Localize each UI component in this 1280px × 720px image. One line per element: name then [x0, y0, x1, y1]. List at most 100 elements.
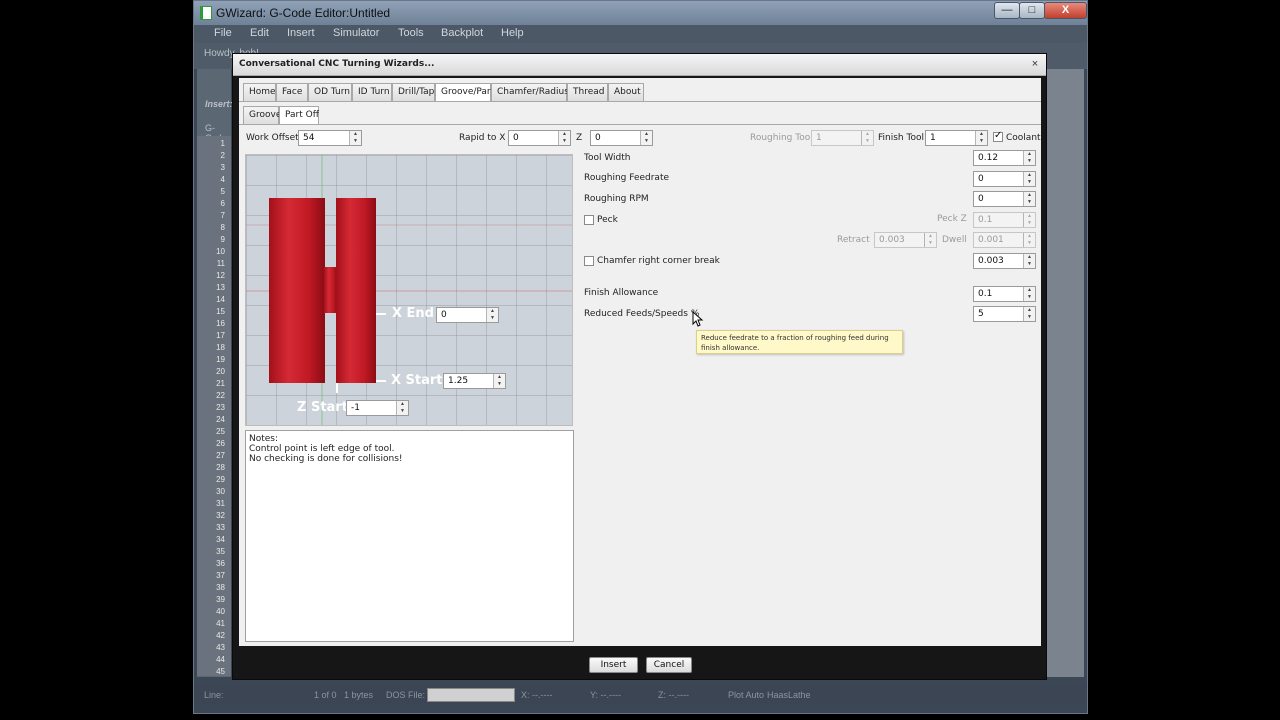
- peck-checkbox[interactable]: [584, 215, 594, 225]
- rapid-x-value[interactable]: [509, 131, 558, 145]
- finish-tool-value[interactable]: [926, 131, 975, 145]
- line-number: 17: [216, 331, 225, 340]
- retract-value: [875, 233, 924, 247]
- x-start-input[interactable]: ▲▼: [443, 373, 506, 389]
- notes-line: Control point is left edge of tool.: [249, 444, 395, 454]
- finish-tool-input[interactable]: ▲▼: [925, 130, 988, 146]
- line-number: 44: [216, 655, 225, 664]
- spinner-arrows[interactable]: ▲ ▼: [1023, 307, 1035, 321]
- finish-allowance-value[interactable]: [974, 287, 1023, 301]
- finish-tool-label: Finish Tool: [878, 133, 924, 143]
- work-offset-input[interactable]: ▲▼: [298, 130, 362, 146]
- tab-about[interactable]: About: [608, 83, 644, 101]
- line-number: 42: [216, 631, 225, 640]
- spinner-arrows[interactable]: ▲ ▼: [493, 374, 505, 388]
- tab-thread[interactable]: Thread: [567, 83, 608, 101]
- chamfer-value[interactable]: [974, 254, 1023, 268]
- z-start-input[interactable]: ▲▼: [346, 400, 409, 416]
- line-number: 29: [216, 475, 225, 484]
- dwell-value: [974, 233, 1023, 247]
- line-number: 33: [216, 523, 225, 532]
- tab-face[interactable]: Face: [276, 83, 308, 101]
- menu-backplot[interactable]: Backplot: [441, 27, 483, 39]
- tab-id-turn[interactable]: ID Turn: [352, 83, 392, 101]
- spinner-arrows[interactable]: ▲ ▼: [1023, 192, 1035, 206]
- spinner-arrows[interactable]: ▲ ▼: [558, 131, 570, 145]
- line-number: 11: [216, 259, 225, 268]
- menu-edit[interactable]: Edit: [250, 27, 269, 39]
- menu-insert[interactable]: Insert: [287, 27, 315, 39]
- spinner-arrows[interactable]: ▲ ▼: [1023, 254, 1035, 268]
- tab-chamfer-radius[interactable]: Chamfer/Radius: [491, 83, 569, 101]
- spinner-arrows[interactable]: ▲ ▼: [975, 131, 987, 145]
- menu-tools[interactable]: Tools: [398, 27, 424, 39]
- x-start-value[interactable]: [444, 374, 493, 388]
- x-end-input[interactable]: ▲▼: [436, 307, 499, 323]
- rapid-x-input[interactable]: ▲▼: [508, 130, 571, 146]
- spinner-arrows[interactable]: ▲ ▼: [486, 308, 498, 322]
- subtab-groove[interactable]: Groove: [243, 106, 281, 124]
- spinner-arrows[interactable]: ▲ ▼: [1023, 287, 1035, 301]
- menu-help[interactable]: Help: [501, 27, 524, 39]
- z-start-value[interactable]: [347, 401, 396, 415]
- notes-area[interactable]: Notes: Control point is left edge of too…: [245, 430, 574, 642]
- tab-groove-part[interactable]: Groove/Part: [435, 83, 494, 102]
- dos-file-field[interactable]: [427, 688, 515, 702]
- roughing-rpm-value[interactable]: [974, 192, 1023, 206]
- peck-z-value: [974, 213, 1023, 227]
- line-number: 24: [216, 415, 225, 424]
- subtab-part-off[interactable]: Part Off: [279, 106, 319, 125]
- spinner-arrows: ▲ ▼: [861, 131, 873, 145]
- roughing-feedrate-value[interactable]: [974, 172, 1023, 186]
- tab-od-turn[interactable]: OD Turn: [308, 83, 352, 101]
- reduced-feeds-input[interactable]: ▲▼: [973, 306, 1036, 322]
- peck-z-input: ▲▼: [973, 212, 1036, 228]
- line-number: 21: [216, 379, 225, 388]
- reduced-feeds-value[interactable]: [974, 307, 1023, 321]
- notes-line: No checking is done for collisions!: [249, 454, 403, 464]
- work-offset-value[interactable]: [299, 131, 349, 145]
- chamfer-checkbox[interactable]: [584, 256, 594, 266]
- line-number: 12: [216, 271, 225, 280]
- part-off-diagram: X End ▲▼ X Start ▲▼ Z Start ▲▼: [245, 154, 573, 426]
- roughing-feedrate-input[interactable]: ▲▼: [973, 171, 1036, 187]
- app-icon: [200, 6, 212, 20]
- line-number: 34: [216, 535, 225, 544]
- spinner-arrows[interactable]: ▲ ▼: [349, 131, 361, 145]
- coolant-checkbox[interactable]: [993, 130, 1003, 142]
- spinner-arrows[interactable]: ▲ ▼: [1023, 151, 1035, 165]
- spinner-arrows[interactable]: ▲ ▼: [396, 401, 408, 415]
- tool-width-input[interactable]: ▲▼: [973, 150, 1036, 166]
- tool-width-label: Tool Width: [584, 153, 631, 163]
- menu-simulator[interactable]: Simulator: [333, 27, 379, 39]
- spinner-arrows[interactable]: ▲ ▼: [1023, 172, 1035, 186]
- line-number: 28: [216, 463, 225, 472]
- coolant-label: Coolant: [1006, 133, 1041, 143]
- minimize-button[interactable]: —: [994, 2, 1020, 19]
- rapid-z-value[interactable]: [591, 131, 640, 145]
- roughing-rpm-input[interactable]: ▲▼: [973, 191, 1036, 207]
- status-bytes: 1 bytes: [344, 690, 374, 700]
- stock-left-section: [269, 198, 325, 383]
- tab-drill-tap[interactable]: Drill/Tap: [392, 83, 435, 101]
- insert-label: Insert:: [205, 99, 233, 109]
- line-number: 1: [220, 139, 225, 148]
- line-number: 27: [216, 451, 225, 460]
- dialog-close-button[interactable]: ×: [1028, 57, 1042, 71]
- line-number: 8: [220, 223, 225, 232]
- rapid-z-input[interactable]: ▲▼: [590, 130, 653, 146]
- chamfer-input[interactable]: ▲▼: [973, 253, 1036, 269]
- spinner-arrows[interactable]: ▲ ▼: [640, 131, 652, 145]
- tab-home[interactable]: Home: [243, 83, 276, 101]
- menu-file[interactable]: File: [214, 27, 232, 39]
- finish-allowance-input[interactable]: ▲▼: [973, 286, 1036, 302]
- tool-width-value[interactable]: [974, 151, 1023, 165]
- status-line: Line:: [204, 690, 224, 700]
- cancel-button[interactable]: Cancel: [646, 657, 692, 673]
- close-window-button[interactable]: X: [1044, 2, 1087, 19]
- x-end-value[interactable]: [437, 308, 486, 322]
- x-start-label: X Start: [391, 373, 443, 388]
- maximize-button[interactable]: □: [1019, 2, 1045, 19]
- insert-button[interactable]: Insert: [589, 657, 638, 673]
- groove-subtabs: Groove Part Off: [243, 106, 543, 126]
